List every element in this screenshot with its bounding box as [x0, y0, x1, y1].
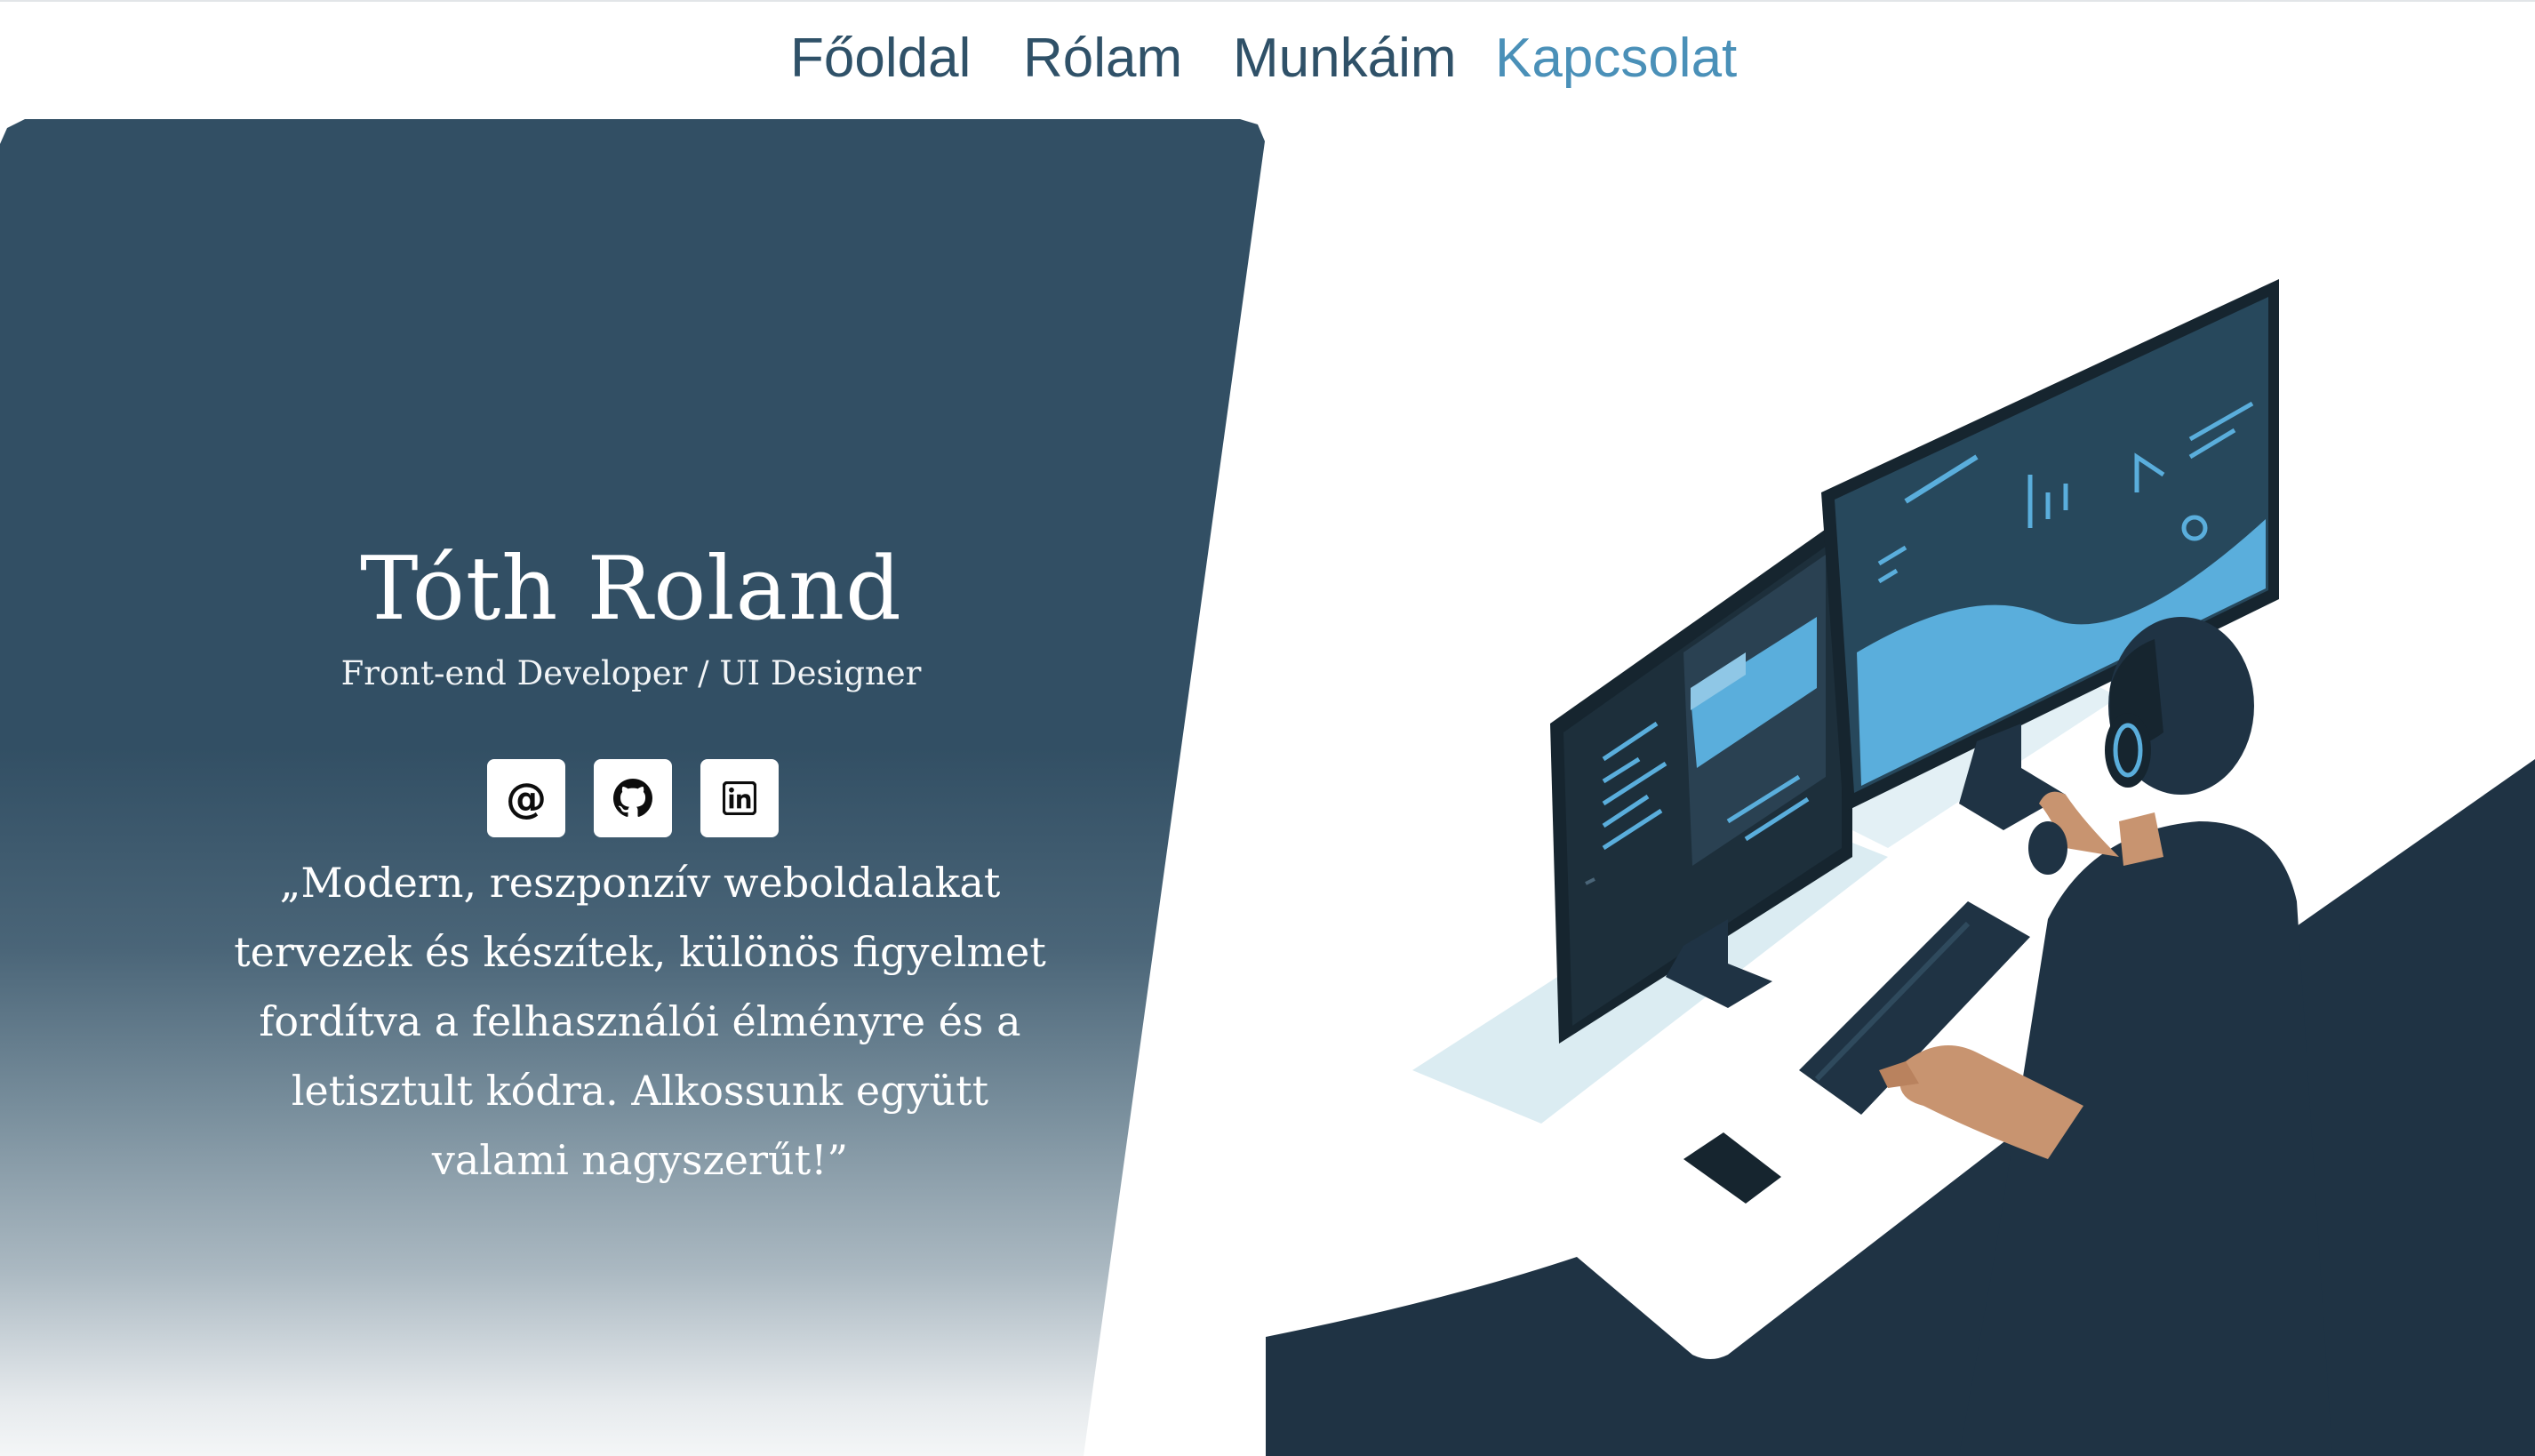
- nav-link-works[interactable]: Munkáim: [1233, 27, 1457, 91]
- hero-quote: „Modern, reszponzív weboldalakat terveze…: [234, 859, 1046, 1184]
- developer-illustration: [1266, 119, 2535, 1456]
- hero-panel: Tóth Roland Front-end Developer / UI Des…: [0, 119, 1265, 1456]
- github-icon: [613, 779, 652, 817]
- hero-name: Tóth Roland: [360, 539, 902, 640]
- nav-link-contact[interactable]: Kapcsolat: [1495, 27, 1737, 91]
- main-nav: Főoldal Rólam Munkáim Kapcsolat: [0, 0, 2535, 116]
- linkedin-button[interactable]: [700, 759, 779, 837]
- linkedin-icon: [723, 781, 756, 815]
- email-button[interactable]: @: [487, 759, 565, 837]
- social-links: @: [487, 759, 780, 839]
- hero-role: Front-end Developer / UI Designer: [340, 654, 922, 692]
- hero-heading-group: Tóth Roland Front-end Developer / UI Des…: [204, 537, 1058, 697]
- nav-link-about[interactable]: Rólam: [1023, 27, 1182, 91]
- developer-at-desk-image: [1266, 279, 2535, 1456]
- at-sign-icon: @: [506, 774, 547, 822]
- github-button[interactable]: [594, 759, 672, 837]
- nav-link-home[interactable]: Főoldal: [790, 27, 971, 91]
